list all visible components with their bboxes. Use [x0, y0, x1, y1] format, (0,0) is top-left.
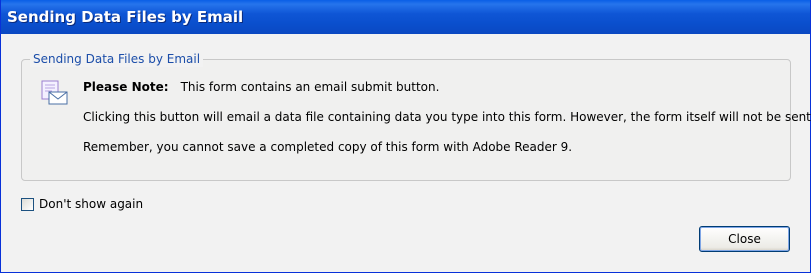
- groupbox-legend: Sending Data Files by Email: [30, 51, 204, 67]
- info-text-line-3: Remember, you cannot save a completed co…: [83, 140, 573, 154]
- dialog-body: Sending Data Files by Email Please Note:…: [5, 34, 811, 268]
- dialog-window: Sending Data Files by Email Sending Data…: [0, 0, 811, 273]
- window-title: Sending Data Files by Email: [7, 8, 244, 26]
- close-button[interactable]: Close: [699, 226, 790, 252]
- title-bar[interactable]: Sending Data Files by Email: [1, 0, 810, 34]
- note-line: Please Note: This form contains an email …: [83, 80, 439, 94]
- dont-show-again-row[interactable]: Don't show again: [21, 196, 143, 212]
- dont-show-again-checkbox[interactable]: [21, 197, 34, 211]
- note-label: Please Note:: [83, 80, 169, 94]
- dont-show-again-label[interactable]: Don't show again: [39, 197, 143, 211]
- email-form-icon: [41, 80, 68, 105]
- info-groupbox: Sending Data Files by Email Please Note:…: [21, 51, 811, 181]
- info-text-line-2: Clicking this button will email a data f…: [83, 110, 811, 124]
- note-text: This form contains an email submit butto…: [180, 80, 440, 94]
